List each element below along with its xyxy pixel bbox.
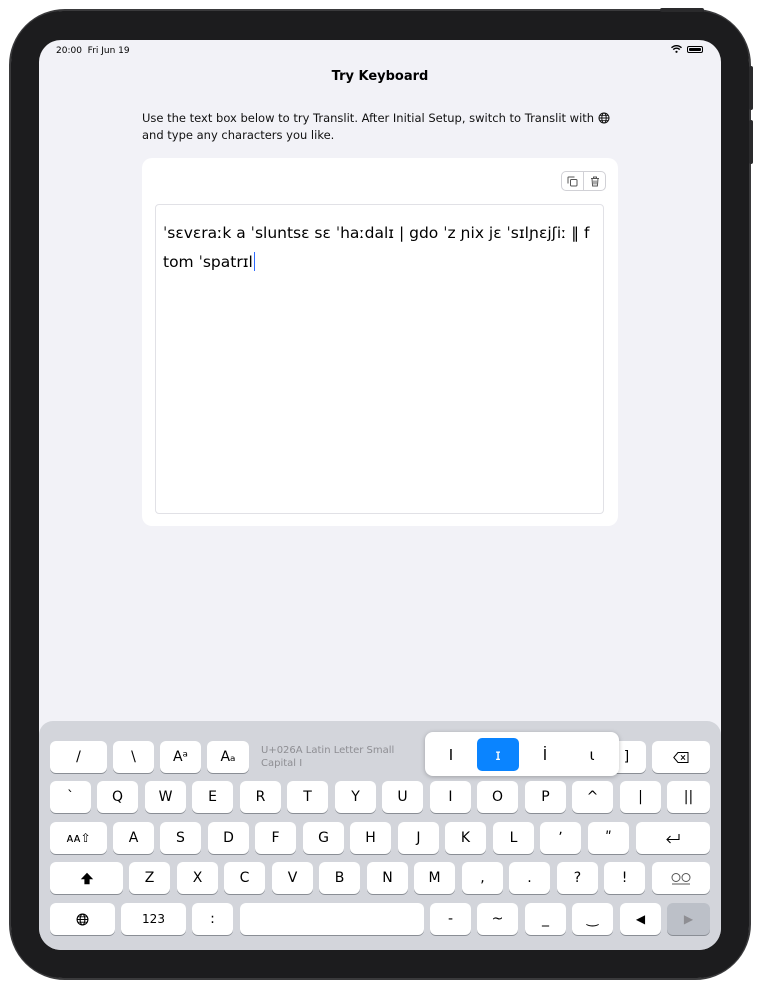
variant-key[interactable]: İ (524, 738, 566, 771)
backspace-icon (673, 751, 689, 763)
variant-key[interactable]: I (430, 738, 472, 771)
key-backtick[interactable]: ` (50, 781, 91, 813)
status-time: 20:00 (56, 46, 82, 56)
backspace-key[interactable] (652, 741, 710, 773)
key-underscore[interactable]: _ (525, 903, 566, 935)
key-small-caps-shift[interactable]: ᴀᴀ⇧ (50, 822, 107, 854)
key-t[interactable]: T (287, 781, 328, 813)
key-o[interactable]: O (477, 781, 518, 813)
globe-icon (76, 913, 89, 925)
key-u[interactable]: U (382, 781, 423, 813)
status-icons (671, 45, 703, 53)
key-double-pipe[interactable]: || (667, 781, 710, 813)
globe-key[interactable] (50, 903, 115, 935)
key-apostrophe[interactable]: ʼ (540, 822, 581, 854)
shift-icon (80, 872, 93, 884)
status-bar: 20:00 Fri Jun 19 (56, 46, 130, 56)
keyboard-dismiss-icon (671, 872, 691, 884)
top-button (660, 8, 704, 12)
instructions-text: Use the text box below to try Translit. … (142, 110, 612, 144)
key-n[interactable]: N (367, 862, 408, 894)
key-l[interactable]: L (493, 822, 534, 854)
status-date: Fri Jun 19 (87, 46, 130, 56)
key-i[interactable]: I (430, 781, 471, 813)
copy-icon (567, 176, 578, 186)
text-card: ˈsɛvɛraːk a ˈsluntsɛ sɛ ˈhaːdalɪ | gdo ˈ… (142, 158, 618, 526)
page-title: Try Keyboard (331, 69, 429, 84)
key-exclamation[interactable]: ! (604, 862, 645, 894)
key-question[interactable]: ? (557, 862, 598, 894)
key-caret[interactable]: ^ (572, 781, 613, 813)
key-k[interactable]: K (445, 822, 486, 854)
key-period[interactable]: . (509, 862, 550, 894)
text-caret (253, 252, 256, 271)
return-icon (666, 833, 680, 843)
text-area-content: ˈsɛvɛraːk a ˈsluntsɛ sɛ ˈhaːdalɪ | gdo ˈ… (163, 219, 597, 277)
key-j[interactable]: J (398, 822, 439, 854)
instructions-line1: Use the text box below to try Translit. … (142, 111, 595, 125)
instructions-line2: and type any characters you like. (142, 128, 335, 142)
key-double-apostrophe[interactable]: ʺ (588, 822, 629, 854)
variant-key-selected[interactable]: ɪ (477, 738, 519, 771)
key-p[interactable]: P (525, 781, 566, 813)
volume-button (749, 66, 753, 110)
delete-button[interactable] (583, 172, 605, 190)
key-c[interactable]: C (224, 862, 265, 894)
key-z[interactable]: Z (129, 862, 170, 894)
key-subscript[interactable]: Aₐ (207, 741, 249, 773)
variant-popup: I ɪ İ ɩ (425, 732, 619, 776)
key-v[interactable]: V (272, 862, 313, 894)
copy-button[interactable] (562, 172, 583, 190)
text-area-value: ˈsɛvɛraːk a ˈsluntsɛ sɛ ˈhaːdalɪ | gdo ˈ… (163, 224, 590, 271)
key-m[interactable]: M (414, 862, 455, 894)
trash-icon (590, 176, 599, 186)
key-f[interactable]: F (255, 822, 296, 854)
try-text-area[interactable]: ˈsɛvɛraːk a ˈsluntsɛ sɛ ˈhaːdalɪ | gdo ˈ… (155, 204, 604, 514)
key-g[interactable]: G (303, 822, 344, 854)
space-key[interactable] (240, 903, 424, 935)
key-e[interactable]: E (192, 781, 233, 813)
key-slash[interactable]: / (50, 741, 107, 773)
key-y[interactable]: Y (335, 781, 376, 813)
numbers-key[interactable]: 123 (121, 903, 186, 935)
key-a[interactable]: A (113, 822, 154, 854)
key-colon[interactable]: : (192, 903, 233, 935)
key-backslash[interactable]: \ (113, 741, 154, 773)
cursor-left-key[interactable]: ◀ (620, 903, 661, 935)
unicode-info: U+026A Latin Letter Small Capital I (261, 745, 395, 769)
key-w[interactable]: W (145, 781, 186, 813)
wifi-icon (671, 45, 682, 53)
key-tilde[interactable]: ~ (477, 903, 518, 935)
key-b[interactable]: B (319, 862, 360, 894)
globe-icon (598, 112, 610, 124)
key-s[interactable]: S (160, 822, 201, 854)
key-undertie[interactable]: ‿ (572, 903, 613, 935)
card-toolbar (561, 171, 606, 191)
key-pipe[interactable]: | (620, 781, 661, 813)
key-superscript[interactable]: Aᵃ (160, 741, 201, 773)
volume-button (749, 120, 753, 164)
key-dash[interactable]: - (430, 903, 471, 935)
cursor-right-key[interactable]: ▶ (667, 903, 710, 935)
keyboard: / \ Aᵃ Aₐ U+026A Latin Letter Small Capi… (39, 721, 721, 950)
key-r[interactable]: R (240, 781, 281, 813)
shift-key[interactable] (50, 862, 123, 894)
key-q[interactable]: Q (97, 781, 138, 813)
key-d[interactable]: D (208, 822, 249, 854)
battery-icon (687, 45, 703, 53)
return-key[interactable] (636, 822, 710, 854)
screen: 20:00 Fri Jun 19 Try Keyboard Use the te… (39, 40, 721, 950)
key-x[interactable]: X (177, 862, 218, 894)
key-h[interactable]: H (350, 822, 391, 854)
variant-key[interactable]: ɩ (571, 738, 613, 771)
dismiss-keyboard-key[interactable] (652, 862, 710, 894)
key-comma[interactable]: , (462, 862, 503, 894)
